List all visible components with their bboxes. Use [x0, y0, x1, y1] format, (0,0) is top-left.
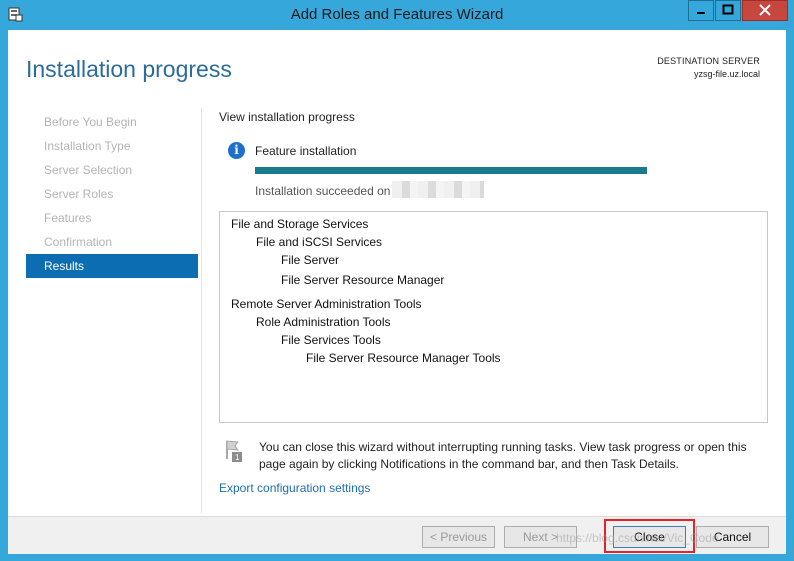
- nav-item-features: Features: [44, 211, 92, 225]
- maximize-button[interactable]: [715, 0, 741, 21]
- export-configuration-link[interactable]: Export configuration settings: [219, 481, 370, 495]
- progress-fill: [255, 167, 647, 174]
- installation-status-text: Installation succeeded on: [255, 184, 391, 198]
- nav-item-server-selection: Server Selection: [44, 163, 133, 177]
- svg-text:1: 1: [235, 453, 240, 462]
- wizard-client-area: Installation progress DESTINATION SERVER…: [8, 30, 786, 554]
- result-item: File and iSCSI Services: [256, 235, 383, 249]
- close-wizard-note: You can close this wizard without interr…: [259, 440, 747, 471]
- result-item: File and Storage Services: [231, 217, 369, 231]
- window-title: Add Roles and Features Wizard: [290, 6, 504, 23]
- minimize-button[interactable]: [688, 0, 714, 21]
- nav-item-server-roles: Server Roles: [44, 187, 114, 201]
- nav-item-installation-type: Installation Type: [44, 139, 131, 153]
- nav-item-before-you-begin: Before You Begin: [44, 115, 137, 129]
- result-item: Remote Server Administration Tools: [231, 297, 422, 311]
- nav-item-results[interactable]: Results: [26, 254, 198, 278]
- results-list[interactable]: File and Storage Services File and iSCSI…: [219, 211, 768, 423]
- feature-installation-label: Feature installation: [255, 144, 357, 158]
- title-bar: Add Roles and Features Wizard: [0, 0, 794, 30]
- result-item: File Services Tools: [281, 333, 381, 347]
- destination-server-value: yzsg-file.uz.local: [693, 69, 760, 79]
- wizard-header: Installation progress DESTINATION SERVER…: [8, 30, 786, 106]
- nav-divider: [201, 108, 202, 513]
- maximize-icon: [722, 4, 734, 15]
- minimize-icon: [697, 12, 705, 14]
- destination-server-label: DESTINATION SERVER: [657, 56, 760, 66]
- result-item: File Server Resource Manager Tools: [306, 351, 501, 365]
- nav-item-confirmation: Confirmation: [44, 235, 113, 249]
- close-icon: [759, 4, 771, 16]
- section-label: View installation progress: [219, 110, 355, 124]
- result-item: File Server: [281, 253, 340, 267]
- result-item: Role Administration Tools: [256, 315, 391, 329]
- notification-flag-icon: 1: [226, 440, 242, 462]
- previous-button[interactable]: < Previous: [422, 526, 495, 548]
- wizard-footer: < Previous Next > Close Cancel https://b…: [8, 516, 786, 554]
- installation-progress-bar: [255, 167, 647, 174]
- close-window-button[interactable]: [742, 0, 788, 21]
- result-item: File Server Resource Manager: [281, 273, 445, 287]
- watermark: https://blog.csdn.net/Vic_Code: [556, 531, 719, 545]
- redacted-server-name: [392, 181, 484, 198]
- info-icon: i: [228, 142, 245, 159]
- wizard-steps-nav: Before You Begin Installation Type Serve…: [26, 110, 198, 278]
- page-title: Installation progress: [26, 56, 232, 82]
